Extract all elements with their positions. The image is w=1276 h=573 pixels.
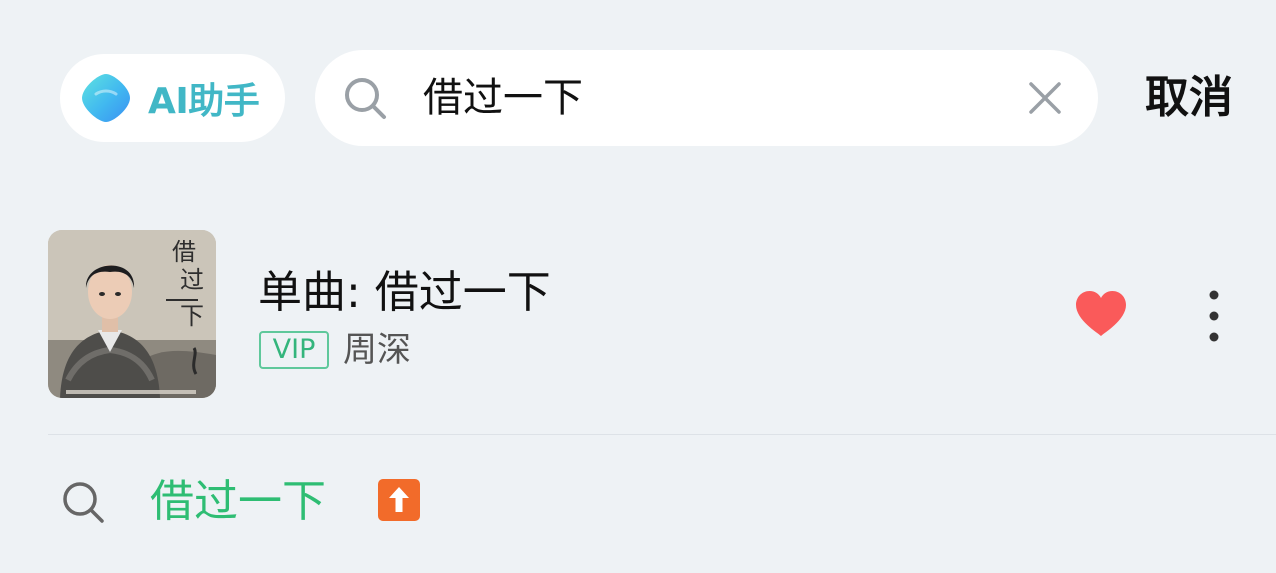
search-suggestion-row[interactable]: 借过一下 (0, 470, 1276, 534)
artist-name[interactable]: 周深 (343, 328, 411, 372)
svg-text:下: 下 (180, 302, 204, 330)
ai-assistant-label: AI助手 (148, 81, 260, 122)
search-icon (63, 482, 104, 523)
ai-assistant-logo-icon (82, 74, 130, 122)
svg-text:过: 过 (180, 266, 204, 294)
close-icon[interactable] (1028, 81, 1062, 115)
cancel-button[interactable]: 取消 (1145, 70, 1233, 126)
song-result-row[interactable]: 借 过 下 单曲: 借过一下 VIP 周深 (0, 230, 1276, 400)
divider (48, 434, 1276, 435)
heart-icon[interactable] (1074, 290, 1128, 338)
song-title: 单曲: 借过一下 (258, 267, 551, 318)
album-cover-art: 借 过 下 (48, 230, 216, 398)
more-vertical-icon[interactable] (1204, 288, 1224, 344)
suggestion-text: 借过一下 (150, 476, 326, 527)
search-icon (345, 78, 386, 119)
ai-assistant-button[interactable]: AI助手 (60, 54, 285, 142)
search-box[interactable]: 借过一下 (315, 50, 1098, 146)
svg-text:借: 借 (172, 238, 196, 266)
vip-badge: VIP (259, 331, 329, 369)
album-cover[interactable]: 借 过 下 (48, 230, 216, 398)
trending-up-arrow-icon (378, 479, 420, 521)
search-input[interactable]: 借过一下 (423, 50, 583, 146)
